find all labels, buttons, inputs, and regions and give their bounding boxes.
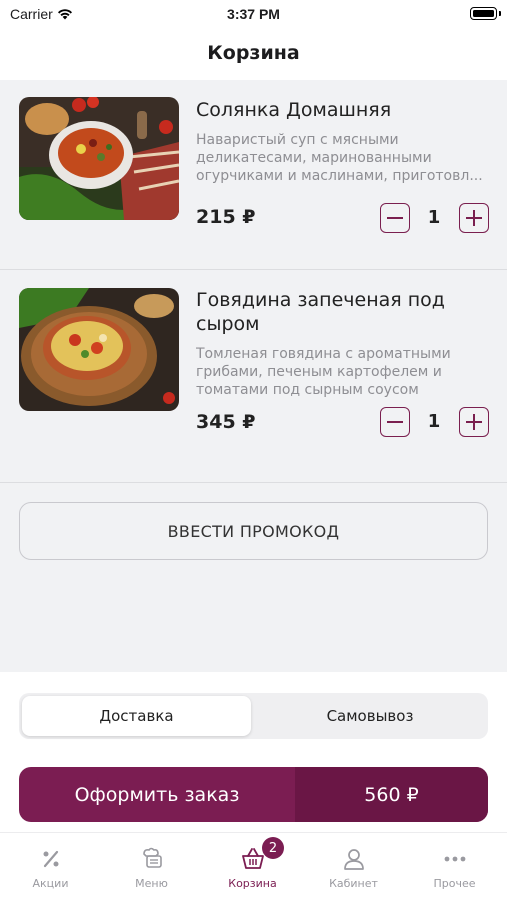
tab-label: Прочее [433, 877, 476, 890]
decrease-quantity-button[interactable] [380, 407, 410, 437]
cart-content: Солянка Домашняя Наваристый суп с мясным… [0, 80, 507, 672]
bottom-panel: Доставка Самовывоз Оформить заказ 560 ₽ … [0, 672, 507, 900]
item-description: Наваристый суп с мясными деликатесами, м… [196, 132, 483, 184]
quantity-value: 1 [427, 207, 441, 228]
status-time: 3:37 PM [227, 6, 280, 22]
more-dots-icon [444, 856, 465, 862]
cart-item: Говядина запеченая под сыром Томленая го… [0, 270, 507, 483]
item-price: 215 ₽ [196, 206, 256, 228]
increase-quantity-button[interactable] [459, 407, 489, 437]
quantity-value: 1 [427, 411, 441, 432]
decrease-quantity-button[interactable] [380, 203, 410, 233]
tab-cart[interactable]: 2 Корзина [202, 833, 303, 900]
tab-account[interactable]: Кабинет [303, 833, 404, 900]
chef-menu-icon [142, 847, 162, 868]
tab-bar: Акции Меню 2 Корзина Кабинет Прочее [0, 832, 507, 900]
page-title: Корзина [207, 42, 300, 64]
item-photo [19, 288, 179, 411]
delivery-method-selector: Доставка Самовывоз [19, 693, 488, 739]
tab-label: Кабинет [329, 877, 378, 890]
beef-casserole-photo [19, 288, 179, 411]
person-icon [343, 849, 364, 870]
tab-label: Корзина [228, 877, 277, 890]
item-price: 345 ₽ [196, 411, 256, 433]
item-description: Томленая говядина с ароматными грибами, … [196, 346, 451, 398]
item-name: Говядина запеченая под сыром [196, 289, 445, 335]
promo-code-button[interactable]: ВВЕСТИ ПРОМОКОД [19, 502, 488, 560]
percent-icon [43, 850, 58, 868]
nav-header: Корзина [0, 28, 507, 80]
delivery-option[interactable]: Доставка [22, 696, 251, 736]
tab-more[interactable]: Прочее [404, 833, 505, 900]
item-name: Солянка Домашняя [196, 99, 392, 121]
soup-photo [19, 97, 179, 220]
tab-menu[interactable]: Меню [101, 833, 202, 900]
cart-item: Солянка Домашняя Наваристый суп с мясным… [0, 80, 507, 270]
pickup-option[interactable]: Самовывоз [255, 696, 485, 736]
checkout-button[interactable]: Оформить заказ 560 ₽ [19, 767, 488, 822]
checkout-total: 560 ₽ [295, 767, 488, 822]
tab-promos[interactable]: Акции [0, 833, 101, 900]
checkout-label: Оформить заказ [74, 783, 240, 806]
tab-label: Акции [32, 877, 69, 890]
status-bar: Carrier 3:37 PM [0, 0, 507, 28]
battery-icon [470, 7, 501, 20]
cart-count-badge: 2 [262, 837, 284, 859]
item-photo [19, 97, 179, 220]
increase-quantity-button[interactable] [459, 203, 489, 233]
tab-label: Меню [135, 877, 168, 890]
